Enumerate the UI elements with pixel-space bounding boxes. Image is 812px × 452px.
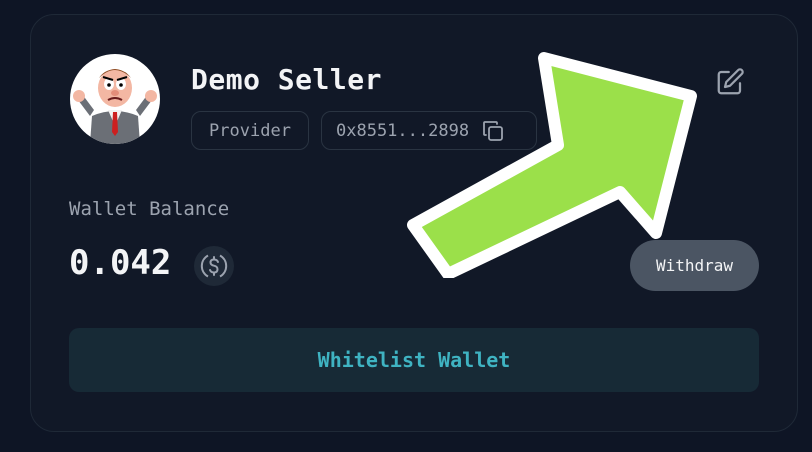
role-badge: Provider — [191, 111, 309, 150]
wallet-balance-label: Wallet Balance — [69, 198, 230, 220]
usdc-dollar-icon — [194, 246, 234, 286]
green-arrow-icon — [400, 48, 710, 282]
whitelist-wallet-button[interactable]: Whitelist Wallet — [69, 328, 759, 392]
avatar — [70, 54, 160, 144]
edit-icon[interactable] — [715, 67, 745, 101]
role-label: Provider — [209, 120, 291, 141]
seller-name: Demo Seller — [191, 63, 382, 96]
wallet-balance-value: 0.042 — [69, 243, 172, 283]
avatar-cartoon-icon — [73, 69, 157, 144]
